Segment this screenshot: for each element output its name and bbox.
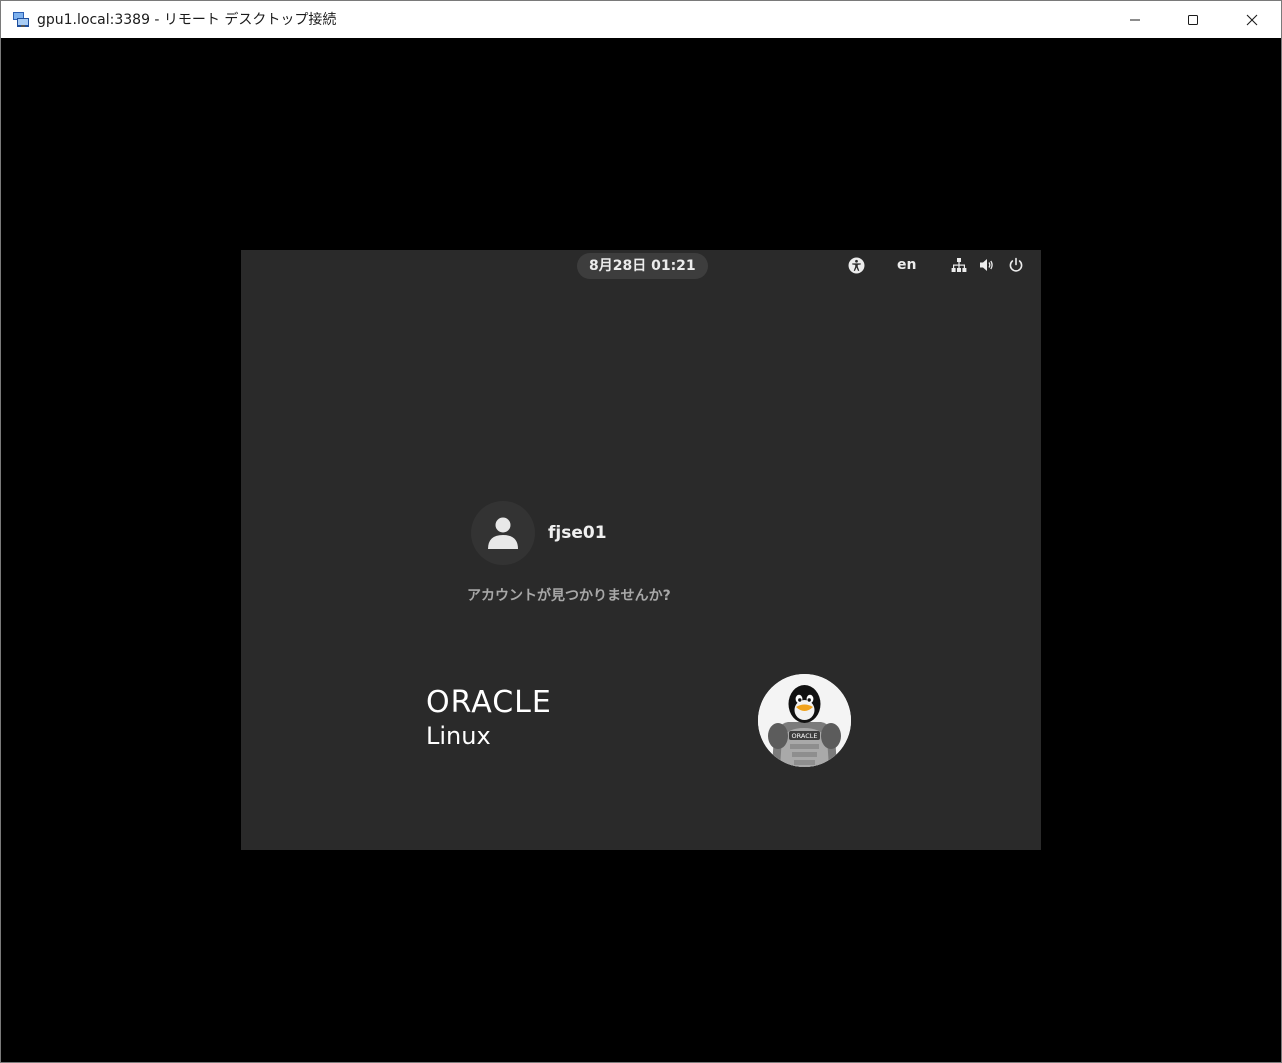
minimize-icon [1130,19,1140,20]
minimize-button[interactable] [1106,1,1164,38]
oracle-wordmark: ORACLE [426,685,552,720]
date-time-clock[interactable]: 8月28日 01:21 [577,253,708,279]
remote-desktop-icon [12,10,30,28]
username-label: fjse01 [548,523,607,543]
login-screen: 8月28日 01:21 en fjse01 アカウントが見つかりませんか? OR… [241,250,1041,850]
user-icon [488,517,518,549]
not-listed-button[interactable]: アカウントが見つかりませんか? [467,585,671,605]
oracle-linux-logo: ORACLE Linux [426,685,616,751]
badge-text: ORACLE [792,732,818,740]
title-bar[interactable]: gpu1.local:3389 - リモート デスクトップ接続 [1,1,1281,38]
remote-desktop-window: gpu1.local:3389 - リモート デスクトップ接続 8月28日 01… [0,0,1282,1063]
maximize-icon [1188,14,1198,25]
window-title: gpu1.local:3389 - リモート デスクトップ接続 [37,12,337,28]
accessibility-icon[interactable] [847,256,865,274]
linux-wordmark: Linux [426,722,491,750]
tux-mascot-image: ORACLE [758,674,851,767]
language-selector[interactable]: en [897,255,916,275]
network-icon[interactable] [950,256,968,274]
power-icon[interactable] [1007,256,1025,274]
avatar [471,501,535,565]
close-icon [1246,14,1258,25]
user-list-item[interactable]: fjse01 [471,501,607,565]
volume-icon[interactable] [978,256,996,274]
maximize-button[interactable] [1164,1,1222,38]
close-button[interactable] [1223,1,1281,38]
remote-desktop-area[interactable]: 8月28日 01:21 en fjse01 アカウントが見つかりませんか? OR… [1,38,1281,1062]
